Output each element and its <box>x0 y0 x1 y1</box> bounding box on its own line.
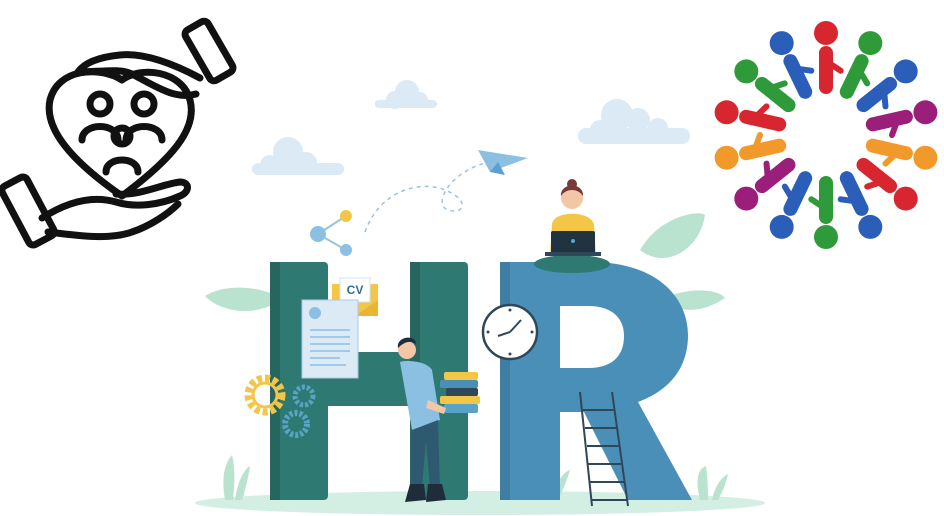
person-figure <box>769 171 813 239</box>
person-figure <box>837 171 883 239</box>
person-figure <box>856 157 918 211</box>
person-figure <box>814 21 844 94</box>
cloud-icon <box>252 137 344 175</box>
cloud-icon <box>578 99 690 144</box>
woman-with-laptop <box>534 179 610 273</box>
person-figure <box>769 31 815 99</box>
cv-label: CV <box>347 283 364 297</box>
person-figure <box>865 138 938 170</box>
person-figure <box>714 100 787 132</box>
person-figure <box>734 157 796 211</box>
paper-plane-icon <box>478 150 528 175</box>
person-figure <box>808 176 838 249</box>
person-figure <box>856 59 918 113</box>
share-icon <box>310 210 352 256</box>
cloud-icon <box>375 80 437 109</box>
person-figure <box>734 59 796 113</box>
flight-path <box>364 161 491 233</box>
resume-document-icon <box>301 299 359 379</box>
clock-icon <box>481 303 539 361</box>
person-figure <box>839 31 883 99</box>
people-circle-unity-icon <box>714 21 938 249</box>
hands-holding-family-icon <box>0 17 237 249</box>
hr-illustration-canvas: CV <box>0 17 938 515</box>
